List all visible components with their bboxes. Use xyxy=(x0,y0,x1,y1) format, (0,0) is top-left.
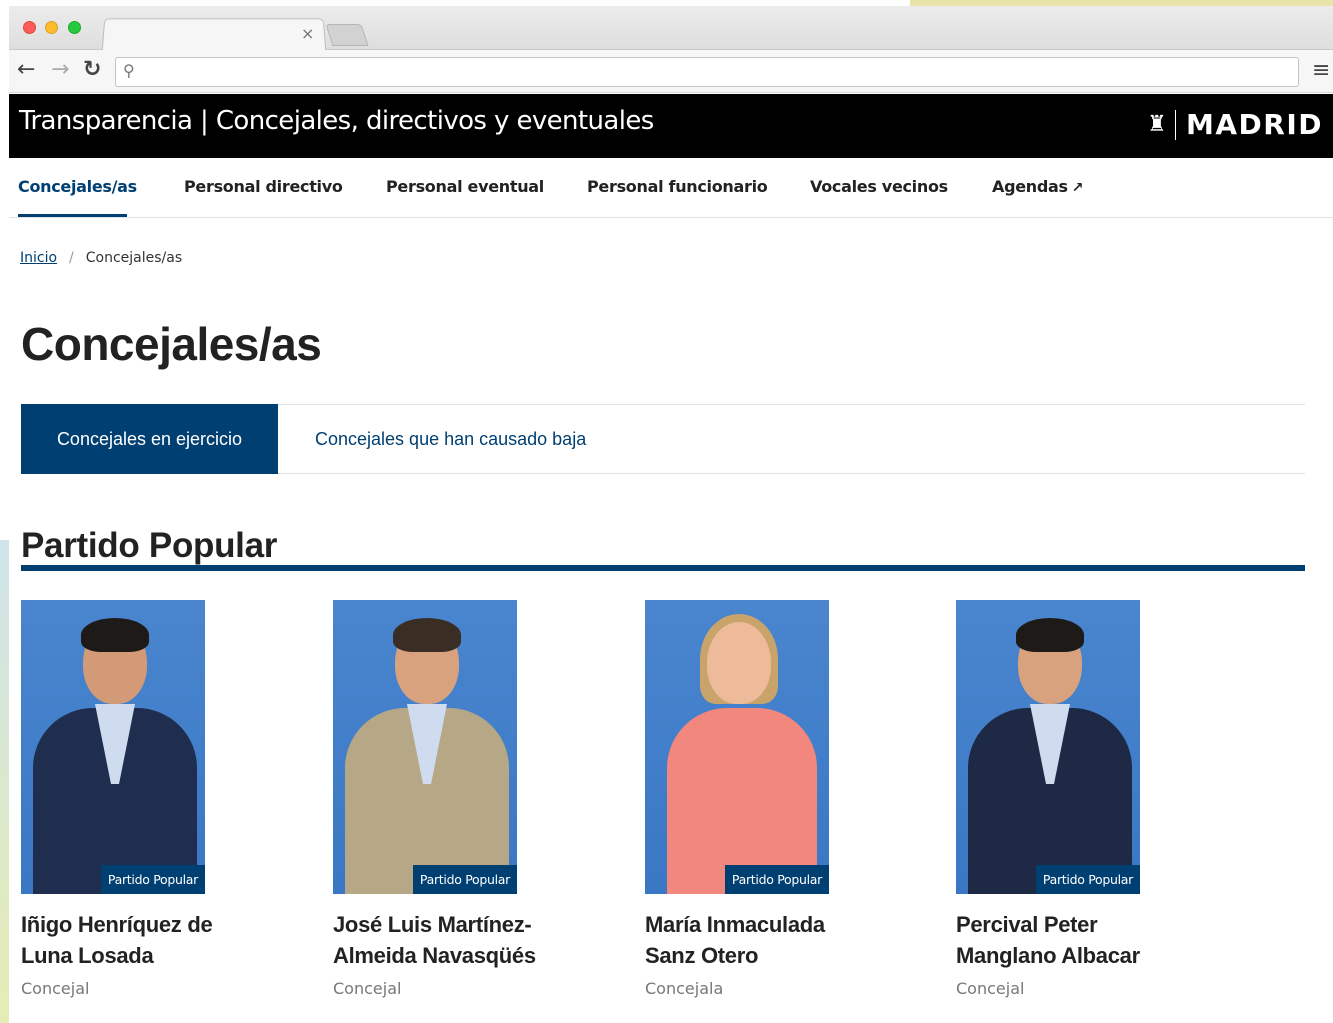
photo-head xyxy=(707,622,771,704)
name-line: Manglano Albacar xyxy=(956,943,1140,968)
name-line: José Luis Martínez- xyxy=(333,912,532,937)
browser-tab[interactable] xyxy=(101,18,327,52)
forward-arrow-icon[interactable]: → xyxy=(51,58,69,82)
councillor-role: Concejala xyxy=(645,979,724,998)
browser-toolbar: ← → ↻ ⚲ ≡ xyxy=(9,50,1333,93)
party-badge: Partido Popular xyxy=(724,865,829,894)
madrid-shield-icon: ♜ xyxy=(1147,111,1167,137)
name-line: Percival Peter xyxy=(956,912,1098,937)
tab-concejales-en-ejercicio[interactable]: Concejales en ejercicio xyxy=(21,404,278,474)
nav-item-agendas[interactable]: Agendas ↗ xyxy=(992,177,1084,196)
nav-item-concejales[interactable]: Concejales/as xyxy=(18,177,137,196)
reload-icon[interactable]: ↻ xyxy=(83,58,101,82)
nav-item-personal-funcionario[interactable]: Personal funcionario xyxy=(587,177,768,196)
site-header: Transparencia | Concejales, directivos y… xyxy=(9,94,1333,158)
search-icon: ⚲ xyxy=(123,61,135,80)
councillor-name[interactable]: Iñigo Henríquez de Luna Losada xyxy=(21,909,281,971)
tabs-bar: Concejales en ejercicio Concejales que h… xyxy=(21,404,1305,474)
councillor-name[interactable]: María Inmaculada Sanz Otero xyxy=(645,909,905,971)
window-zoom-button[interactable] xyxy=(68,21,81,34)
councillor-photo[interactable]: Partido Popular xyxy=(645,600,829,894)
nav-item-agendas-label: Agendas xyxy=(992,177,1068,196)
councillor-name[interactable]: José Luis Martínez- Almeida Navasqüés xyxy=(333,909,593,971)
external-link-icon: ↗ xyxy=(1071,180,1084,196)
councillor-role: Concejal xyxy=(21,979,90,998)
nav-item-personal-directivo[interactable]: Personal directivo xyxy=(184,177,343,196)
councillor-role: Concejal xyxy=(333,979,402,998)
breadcrumb-home-link[interactable]: Inicio xyxy=(20,250,57,266)
section-divider xyxy=(21,565,1305,571)
main-navigation: Concejales/as Personal directivo Persona… xyxy=(9,158,1333,218)
councillor-role: Concejal xyxy=(956,979,1025,998)
address-bar[interactable]: ⚲ xyxy=(115,57,1299,87)
close-icon[interactable]: × xyxy=(301,24,314,43)
active-nav-indicator xyxy=(18,214,127,217)
councillor-card[interactable]: Partido Popular María Inmaculada Sanz Ote… xyxy=(645,600,905,998)
browser-window: × ← → ↻ ⚲ ≡ Transparencia | Concejales, … xyxy=(9,6,1333,1023)
name-line: María Inmaculada xyxy=(645,912,825,937)
breadcrumb-current: Concejales/as xyxy=(85,250,183,266)
councillor-photo[interactable]: Partido Popular xyxy=(956,600,1140,894)
party-badge: Partido Popular xyxy=(100,865,205,894)
councillor-card[interactable]: Partido Popular José Luis Martínez- Almei… xyxy=(333,600,593,998)
browser-tab-strip: × xyxy=(9,6,1333,52)
new-tab-button[interactable] xyxy=(325,24,369,46)
breadcrumb-separator: / xyxy=(69,250,74,266)
councillor-card[interactable]: Partido Popular Iñigo Henríquez de Luna L… xyxy=(21,600,281,998)
decorative-band-left xyxy=(0,540,9,1023)
breadcrumb: Inicio / Concejales/as xyxy=(20,250,182,266)
name-line: Luna Losada xyxy=(21,943,154,968)
councillor-photo[interactable]: Partido Popular xyxy=(21,600,205,894)
page-title: Concejales/as xyxy=(21,318,322,370)
back-arrow-icon[interactable]: ← xyxy=(17,58,35,82)
section-title: Partido Popular xyxy=(21,526,278,565)
madrid-logo[interactable]: ♜ MADRID xyxy=(1147,108,1323,141)
window-minimize-button[interactable] xyxy=(45,21,58,34)
photo-hair xyxy=(1016,618,1084,652)
photo-hair xyxy=(81,618,149,652)
name-line: Iñigo Henríquez de xyxy=(21,912,213,937)
councillor-photo[interactable]: Partido Popular xyxy=(333,600,517,894)
party-badge: Partido Popular xyxy=(412,865,517,894)
tab-concejales-baja[interactable]: Concejales que han causado baja xyxy=(315,404,586,474)
party-badge: Partido Popular xyxy=(1035,865,1140,894)
nav-item-personal-eventual[interactable]: Personal eventual xyxy=(386,177,544,196)
logo-divider xyxy=(1175,109,1176,140)
window-close-button[interactable] xyxy=(23,21,36,34)
site-title[interactable]: Transparencia | Concejales, directivos y… xyxy=(19,106,654,136)
councillor-card[interactable]: Partido Popular Percival Peter Manglano A… xyxy=(956,600,1216,998)
councillor-name[interactable]: Percival Peter Manglano Albacar xyxy=(956,909,1216,971)
photo-hair xyxy=(393,618,461,652)
name-line: Almeida Navasqüés xyxy=(333,943,536,968)
hamburger-menu-icon[interactable]: ≡ xyxy=(1312,58,1330,83)
nav-item-vocales-vecinos[interactable]: Vocales vecinos xyxy=(810,177,948,196)
logo-text: MADRID xyxy=(1186,108,1323,141)
name-line: Sanz Otero xyxy=(645,943,759,968)
